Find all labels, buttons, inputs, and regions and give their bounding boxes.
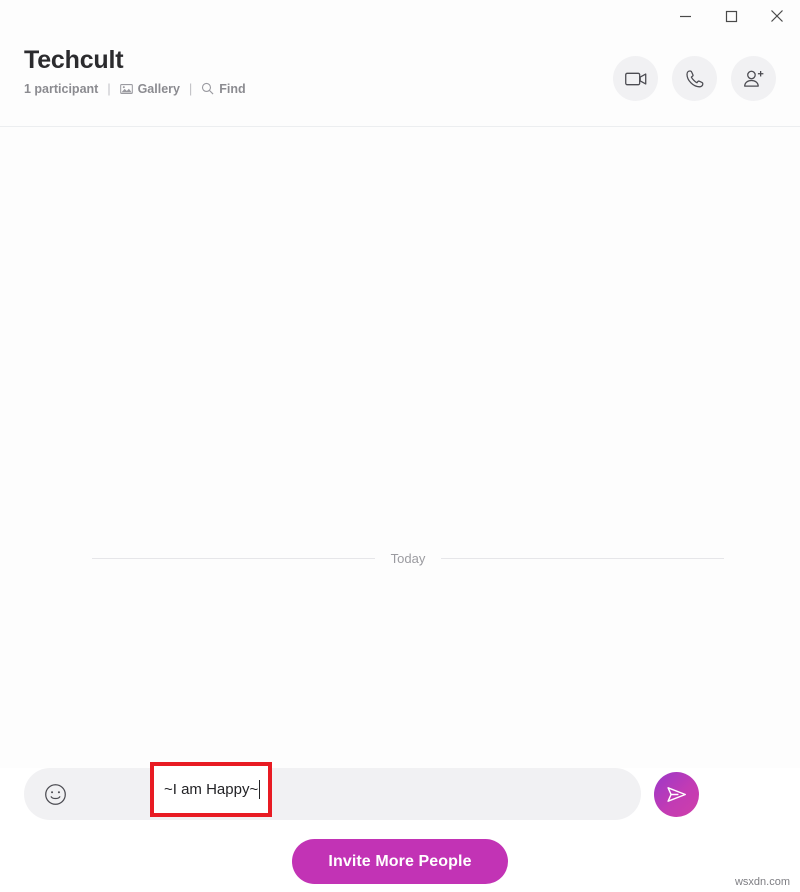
find-button[interactable]: Find xyxy=(201,81,246,96)
message-input-field[interactable]: ~I am Happy~ xyxy=(86,762,641,820)
text-cursor xyxy=(259,780,261,799)
message-input-pill[interactable]: ~I am Happy~ xyxy=(24,762,641,820)
window-titlebar xyxy=(0,0,800,32)
day-divider-line-right xyxy=(441,558,725,559)
window-close-button[interactable] xyxy=(754,0,800,32)
day-divider: Today xyxy=(92,551,725,566)
phone-icon xyxy=(685,69,705,89)
maximize-icon xyxy=(725,10,738,23)
page-title: Techcult xyxy=(24,46,124,74)
day-divider-line-left xyxy=(92,558,375,559)
audio-call-button[interactable] xyxy=(672,56,717,101)
chat-header: Techcult 1 participant | Gallery | Find xyxy=(0,32,800,127)
find-label: Find xyxy=(219,81,246,96)
search-icon xyxy=(201,82,214,95)
send-message-button[interactable] xyxy=(654,771,699,817)
message-composer: ~I am Happy~ xyxy=(0,762,800,830)
video-call-button[interactable] xyxy=(613,56,658,101)
window-minimize-button[interactable] xyxy=(662,0,708,32)
minimize-icon xyxy=(679,10,692,23)
participant-count: 1 participant xyxy=(24,81,99,96)
watermark: wsxdn.com xyxy=(734,876,790,888)
window-maximize-button[interactable] xyxy=(708,0,754,32)
person-add-icon xyxy=(743,69,765,89)
meta-separator-1: | xyxy=(107,81,111,96)
invite-more-people-wrap: Invite More People xyxy=(0,839,800,884)
send-paper-plane-icon xyxy=(665,784,688,805)
meta-separator-2: | xyxy=(188,81,193,96)
invite-more-people-button[interactable]: Invite More People xyxy=(292,839,508,884)
video-camera-icon xyxy=(624,71,647,87)
annotation-highlight-box: ~I am Happy~ xyxy=(150,762,272,817)
conversation-panel: Today Invite More People ~I am Happy~ xyxy=(0,127,800,884)
smiley-icon xyxy=(44,783,67,806)
chat-header-actions xyxy=(613,42,776,101)
add-people-button[interactable] xyxy=(731,56,776,101)
chat-header-info: Techcult 1 participant | Gallery | Find xyxy=(24,42,613,96)
composer-inner: ~I am Happy~ xyxy=(24,762,776,820)
gallery-button[interactable]: Gallery xyxy=(119,81,180,96)
chat-meta-row: 1 participant | Gallery | Find xyxy=(24,82,613,96)
day-divider-label: Today xyxy=(390,551,426,566)
message-input-value: ~I am Happy~ xyxy=(164,781,259,798)
emoji-picker-button[interactable] xyxy=(40,779,70,809)
image-icon xyxy=(119,83,133,95)
close-icon xyxy=(770,9,784,23)
gallery-label: Gallery xyxy=(137,81,180,96)
